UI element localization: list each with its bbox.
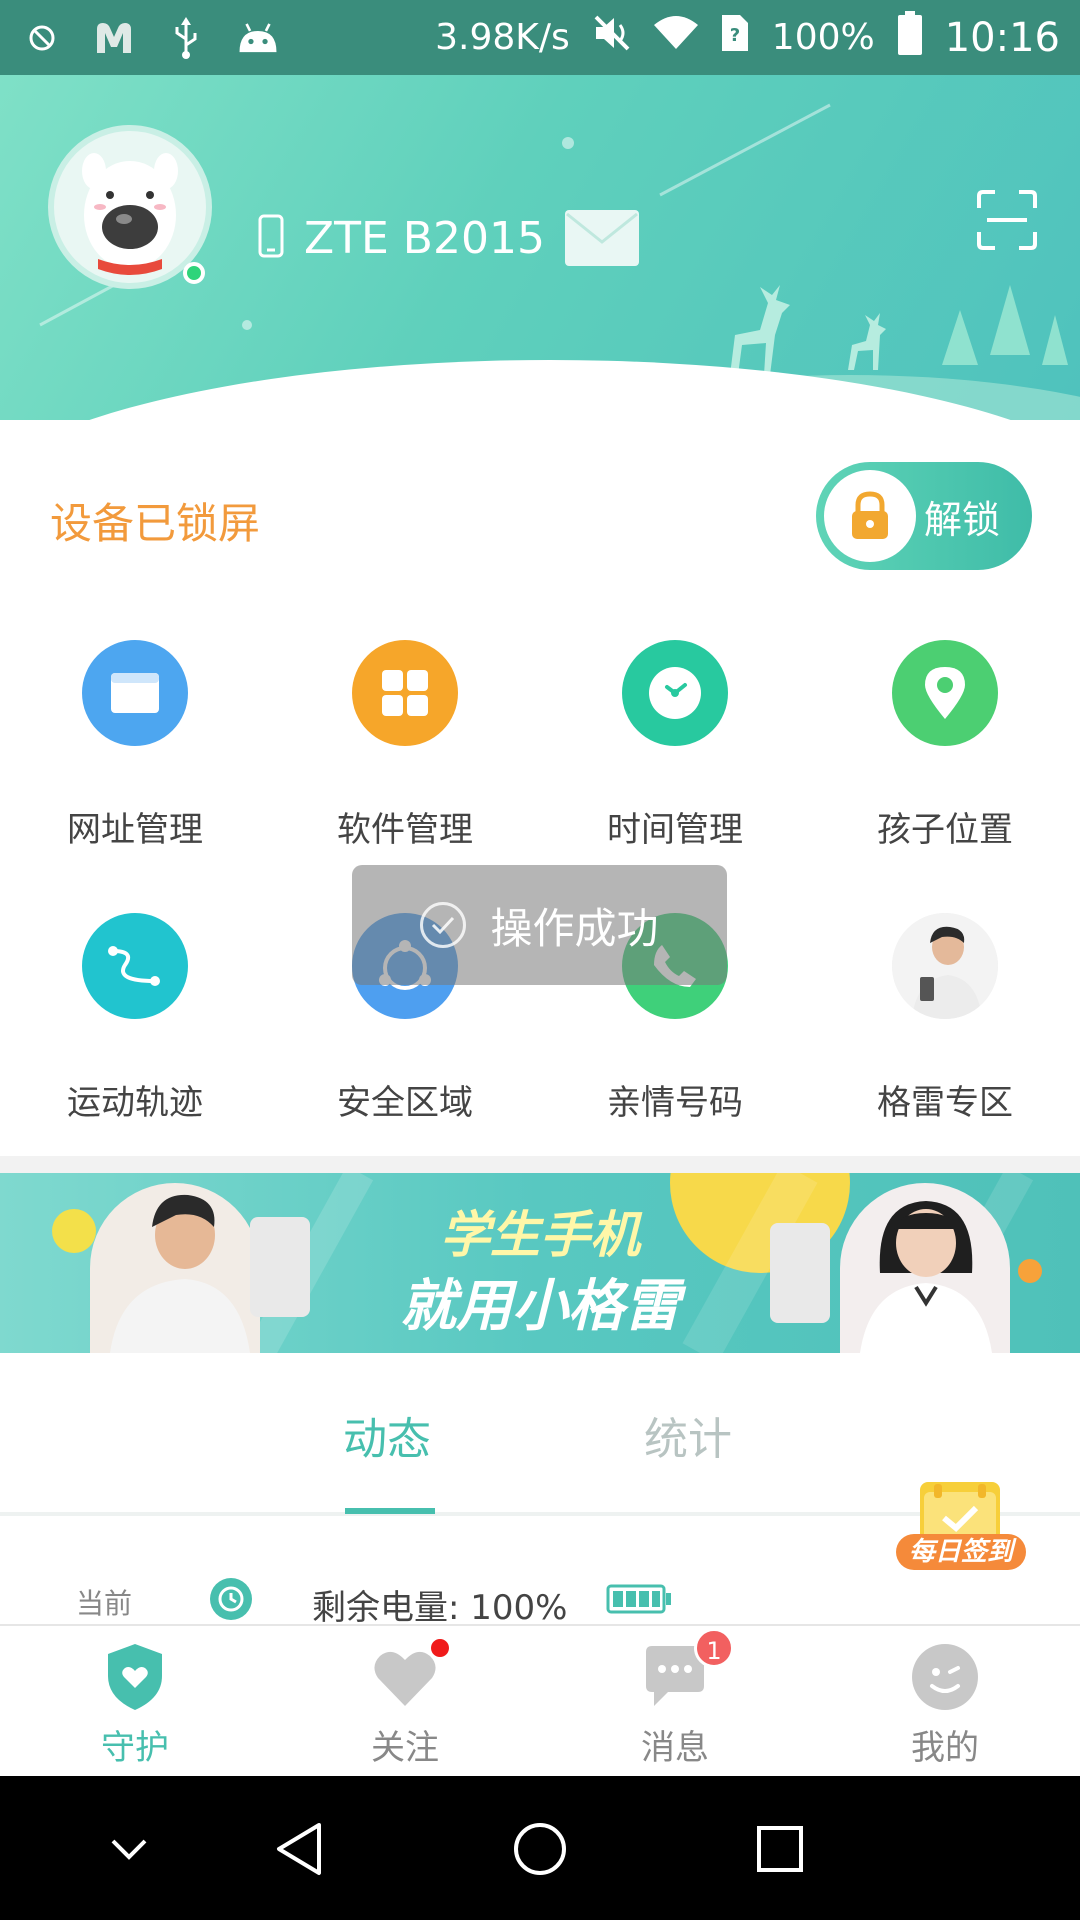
grid-item-label: 运动轨迹 (67, 1083, 203, 1123)
tab-indicator (345, 1508, 435, 1514)
grid-item-label: 软件管理 (337, 810, 473, 850)
section-divider (0, 1156, 1080, 1174)
device-selector[interactable]: ZTE B2015 (258, 210, 639, 266)
daily-checkin-button[interactable]: 每日签到 (896, 1480, 1026, 1570)
lock-icon (824, 470, 916, 562)
profile-face-icon (910, 1642, 980, 1712)
nav-follow[interactable]: 关注 (270, 1626, 540, 1778)
heart-icon (370, 1636, 452, 1712)
route-icon (82, 913, 188, 1019)
clock: 10:16 (944, 14, 1060, 61)
nav-mine[interactable]: 我的 (810, 1626, 1080, 1778)
grid-item-gree-zone[interactable]: 格雷专区 (810, 913, 1080, 1124)
battery-icon (897, 11, 923, 64)
tab-activity[interactable]: 动态 (343, 1403, 431, 1467)
activity-time: 当前 (76, 1587, 133, 1620)
unlock-label: 解锁 (924, 497, 1001, 542)
success-toast: 操作成功 (352, 865, 727, 985)
device-name: ZTE B2015 (304, 212, 545, 264)
grid-item-time-management[interactable]: 时间管理 (540, 640, 810, 851)
checkin-label: 每日签到 (896, 1534, 1026, 1570)
shield-heart-icon (100, 1642, 170, 1712)
toast-text: 操作成功 (490, 903, 659, 953)
notification-dot (428, 1636, 452, 1660)
clock-icon (622, 640, 728, 746)
activity-item: 当前 剩余电量: 100% (0, 1570, 1080, 1628)
check-icon (420, 902, 467, 948)
nav-label: 关注 (371, 1728, 439, 1768)
chat-icon: 1 (640, 1628, 734, 1712)
clock-icon (210, 1578, 252, 1620)
nav-messages[interactable]: 1 消息 (540, 1626, 810, 1778)
grid-item-child-location[interactable]: 孩子位置 (810, 640, 1080, 851)
grid-item-url-management[interactable]: 网址管理 (0, 640, 270, 851)
svg-text:?: ? (730, 25, 740, 46)
grid-item-label: 网址管理 (67, 810, 203, 850)
sim-unknown-icon: ? (720, 13, 750, 62)
system-navigation-bar (0, 1776, 1080, 1920)
usb-icon (164, 16, 208, 60)
scan-icon[interactable] (975, 188, 1039, 252)
grid-item-label: 安全区域 (337, 1083, 473, 1123)
android-icon (236, 16, 280, 60)
apps-icon (352, 640, 458, 746)
back-icon[interactable] (264, 1814, 334, 1884)
promo-photo (892, 913, 998, 1019)
nav-label: 消息 (641, 1728, 709, 1768)
battery-percent: 100% (771, 17, 875, 58)
m-app-icon (92, 16, 136, 60)
network-speed: 3.98K/s (435, 17, 570, 58)
profile-header: ZTE B2015 (0, 75, 1080, 420)
mute-icon (592, 13, 632, 62)
unlock-button[interactable]: 解锁 (816, 462, 1032, 570)
promo-banner[interactable]: 学生手机 就用小格雷 (0, 1173, 1080, 1353)
blocked-icon (20, 16, 64, 60)
browser-icon (82, 640, 188, 746)
grid-item-label: 孩子位置 (877, 810, 1013, 850)
grid-item-label: 亲情号码 (607, 1083, 743, 1123)
bottom-navigation: 守护 关注 1 消息 我的 (0, 1624, 1080, 1776)
home-icon[interactable] (505, 1814, 575, 1884)
nav-label: 守护 (101, 1728, 169, 1768)
nav-guard[interactable]: 守护 (0, 1626, 270, 1778)
activity-text: 剩余电量: 100% (312, 1588, 568, 1628)
grid-item-label: 格雷专区 (877, 1083, 1013, 1123)
wifi-icon (653, 15, 698, 60)
lock-status-text: 设备已锁屏 (50, 499, 261, 548)
battery-full-icon (606, 1584, 672, 1614)
chevron-down-icon[interactable] (94, 1814, 164, 1884)
grid-item-label: 时间管理 (607, 810, 743, 850)
online-indicator (183, 262, 205, 284)
unread-badge: 1 (694, 1628, 734, 1668)
phone-icon (258, 214, 284, 262)
banner-phone-right (770, 1223, 830, 1323)
nav-label: 我的 (911, 1728, 979, 1768)
mail-icon[interactable] (564, 210, 639, 266)
tab-statistics[interactable]: 统计 (644, 1403, 732, 1467)
grid-item-app-management[interactable]: 软件管理 (270, 640, 540, 851)
grid-item-motion-track[interactable]: 运动轨迹 (0, 913, 270, 1124)
location-pin-icon (892, 640, 998, 746)
recents-icon[interactable] (745, 1814, 815, 1884)
banner-girl-photo (840, 1183, 1010, 1353)
status-bar: 3.98K/s ? 100% 10:16 (0, 0, 1080, 75)
